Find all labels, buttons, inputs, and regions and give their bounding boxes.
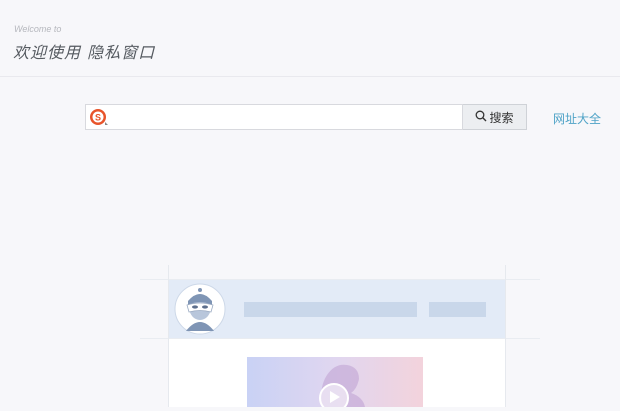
illustration-guide-line (505, 265, 506, 407)
illustration-placeholder-bar (244, 302, 417, 317)
page-title: 欢迎使用 隐私窗口 (13, 43, 156, 62)
illustration-placeholder-bar (429, 302, 486, 317)
svg-text:S: S (95, 113, 101, 123)
search-box[interactable]: S (85, 104, 463, 130)
url-directory-link[interactable]: 网址大全 (553, 110, 601, 127)
sogou-logo-icon[interactable]: S (88, 107, 110, 127)
play-icon (317, 381, 351, 411)
search-button-label: 搜索 (489, 110, 514, 125)
search-icon (475, 110, 487, 125)
search-button[interactable]: 搜索 (463, 104, 527, 130)
header-divider (0, 76, 620, 77)
masked-avatar-icon (174, 283, 226, 335)
illustration-guide-line (168, 265, 169, 407)
search-input[interactable] (114, 107, 458, 129)
welcome-subtitle: Welcome to (14, 24, 62, 34)
